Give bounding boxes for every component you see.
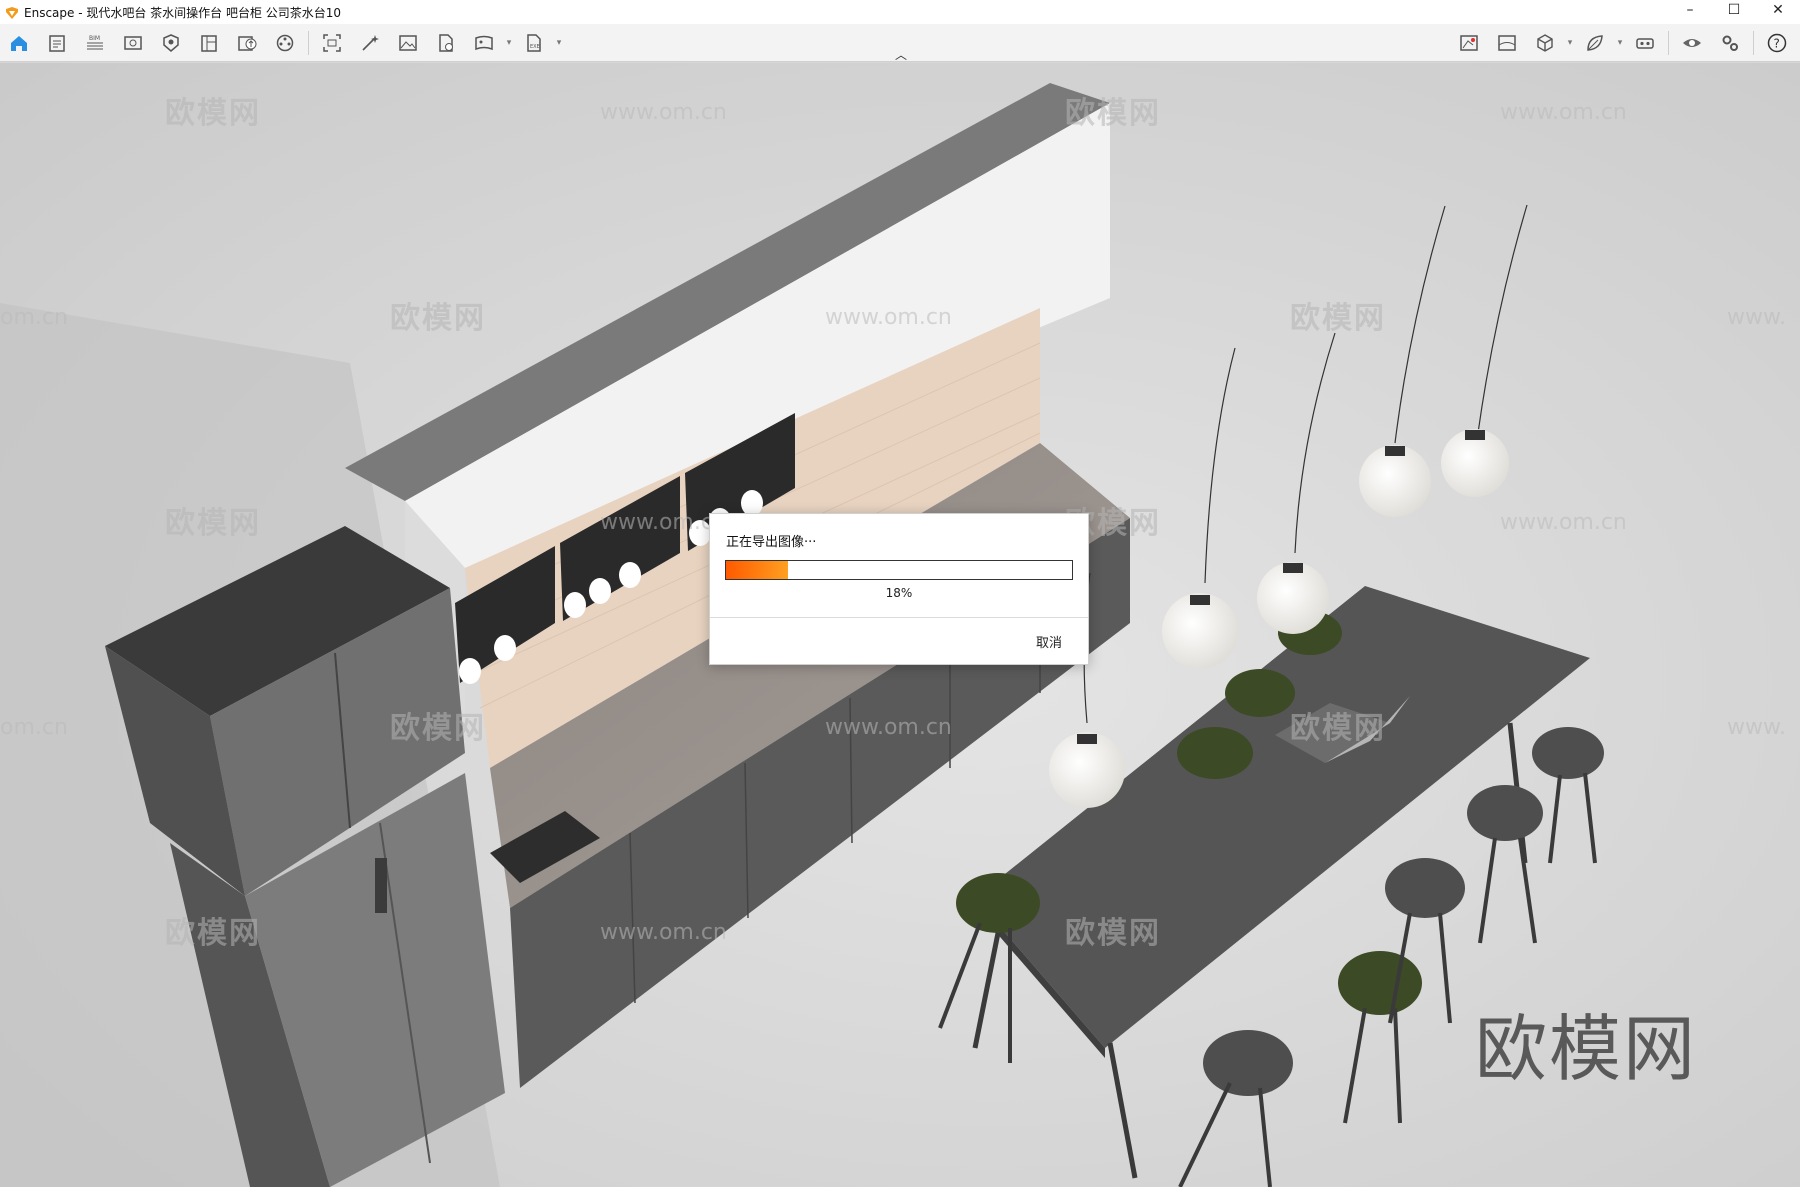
assets-icon[interactable] <box>266 27 304 59</box>
views-icon[interactable] <box>114 27 152 59</box>
project-info-icon[interactable] <box>38 27 76 59</box>
export-dropdown-chevron-down-icon[interactable]: ▾ <box>553 27 565 59</box>
cancel-button[interactable]: 取消 <box>1036 632 1062 651</box>
watermark-url: www.om.cn <box>825 305 952 330</box>
magic-icon[interactable] <box>351 27 389 59</box>
watermark-url: www. <box>1727 305 1786 330</box>
window-title: Enscape - 现代水吧台 茶水间操作台 吧台柜 公司茶水台10 <box>24 5 342 20</box>
screenshot-icon[interactable] <box>313 27 351 59</box>
eye-icon[interactable] <box>1673 27 1711 59</box>
maximize-button[interactable]: ☐ <box>1712 0 1756 20</box>
settings-icon[interactable] <box>1711 27 1749 59</box>
dialog-title: 正在导出图像··· <box>726 535 817 550</box>
bim-icon[interactable]: BIM <box>76 27 114 59</box>
leaf-dropdown-chevron-down-icon[interactable]: ▾ <box>1614 27 1626 59</box>
library-icon[interactable] <box>190 27 228 59</box>
watermark-logo: 欧模网 <box>1065 96 1161 131</box>
watermark-url: www. <box>1727 715 1786 740</box>
panorama-dropdown-chevron-down-icon[interactable]: ▾ <box>503 27 515 59</box>
cube-icon[interactable] <box>1526 27 1564 59</box>
title-bar: Enscape - 现代水吧台 茶水间操作台 吧台柜 公司茶水台10 – ☐ ✕ <box>0 0 1800 24</box>
progress-percent-text: 18% <box>885 586 913 600</box>
cube-dropdown-chevron-down-icon[interactable]: ▾ <box>1564 27 1576 59</box>
watermark-logo: 欧模网 <box>1290 301 1386 336</box>
watermark-url: www.om.cn <box>600 100 727 125</box>
watermark-url: www.om.cn <box>600 920 727 945</box>
toolbar-collapse-chevron-up-icon[interactable]: ︿ <box>892 46 910 62</box>
export-progress-bar <box>725 560 1073 580</box>
dialog-divider <box>710 617 1088 618</box>
enscape-logo-icon <box>5 5 19 19</box>
render-icon[interactable] <box>427 27 465 59</box>
home-icon[interactable] <box>0 27 38 59</box>
gallery-icon[interactable] <box>389 27 427 59</box>
watermark-logo: 欧模网 <box>165 506 261 541</box>
watermark-logo: 欧模网 <box>1065 916 1161 951</box>
watermark-url: om.cn <box>0 715 68 740</box>
watermark-logo: 欧模网 <box>390 301 486 336</box>
map-icon[interactable] <box>1450 27 1488 59</box>
minimize-button[interactable]: – <box>1668 0 1712 20</box>
export-progress-dialog: 正在导出图像··· 18% 取消 <box>709 513 1089 665</box>
watermark-logo: 欧模网 <box>1290 711 1386 746</box>
close-button[interactable]: ✕ <box>1756 0 1800 20</box>
watermark-url: www.om.cn <box>825 715 952 740</box>
watermark-url: www.om.cn <box>600 510 727 535</box>
watermark-logo: 欧模网 <box>390 711 486 746</box>
brand-logo: 欧模网 <box>1475 1007 1698 1091</box>
vr-icon[interactable] <box>1626 27 1664 59</box>
watermark-logo: 欧模网 <box>165 916 261 951</box>
svg-text:BIM: BIM <box>89 35 100 42</box>
image-icon[interactable] <box>1488 27 1526 59</box>
upload-icon[interactable] <box>228 27 266 59</box>
watermark-logo: 欧模网 <box>165 96 261 131</box>
export-icon[interactable]: EXE <box>515 27 553 59</box>
watermark-url: om.cn <box>0 305 68 330</box>
panorama-icon[interactable] <box>465 27 503 59</box>
watermark-url: www.om.cn <box>1500 100 1627 125</box>
help-icon[interactable]: ? <box>1758 27 1796 59</box>
leaf-icon[interactable] <box>1576 27 1614 59</box>
watermark-url: www.om.cn <box>1500 510 1627 535</box>
svg-text:?: ? <box>1774 37 1780 51</box>
svg-text:EXE: EXE <box>530 44 540 50</box>
materials-icon[interactable] <box>152 27 190 59</box>
progress-fill <box>726 561 789 579</box>
